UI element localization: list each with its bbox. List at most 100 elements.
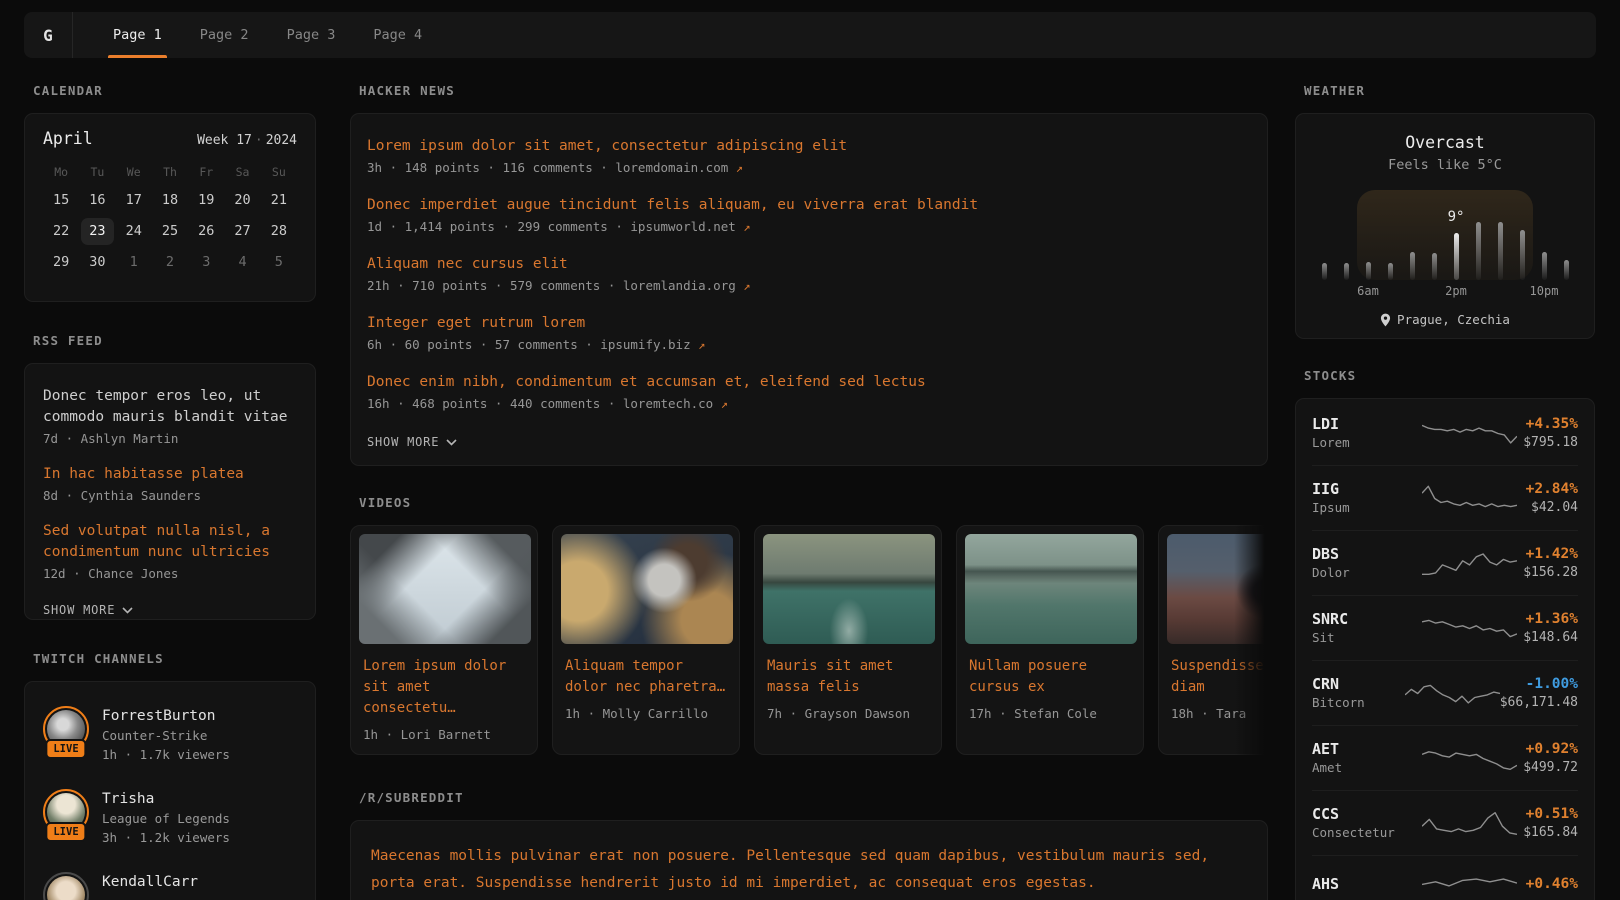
video-card[interactable]: Mauris sit amet massa felis 7h · Grayson… [754,525,942,755]
page-tab[interactable]: Page 3 [268,12,355,58]
stock-numbers: +2.84% $42.04 [1517,479,1578,517]
twitch-channel-name: Trisha [102,789,230,809]
video-title[interactable]: Aliquam tempor dolor nec pharetra… [565,656,727,698]
weather-bar [1564,260,1569,280]
stock-sparkline [1422,548,1517,578]
weather-axis: 6am2pm10pm [1313,284,1577,300]
hackernews-widget: HACKER NEWS Lorem ipsum dolor sit amet, … [350,84,1268,466]
stock-row[interactable]: DBS Dolor +1.42% $156.28 [1312,531,1578,596]
calendar-day[interactable]: 2 [158,249,182,276]
hn-item-domain[interactable]: loremtech.co ↗ [623,396,728,411]
stock-row[interactable]: IIG Ipsum +2.84% $42.04 [1312,466,1578,531]
hn-item-title[interactable]: Integer eget rutrum lorem [367,313,1251,334]
rss-item: Sed volutpat nulla nisl, a condimentum n… [43,521,297,584]
stock-sparkline [1422,743,1517,773]
stock-name: Amet [1312,759,1422,777]
hn-item-meta: 6h · 60 points · 57 comments · ipsumify.… [367,334,1251,356]
twitch-channel-row[interactable]: LIVE Trisha League of Legends 3h · 1.2k … [43,789,297,847]
calendar-day[interactable]: 5 [267,249,291,276]
hn-item-domain[interactable]: loremdomain.com ↗ [615,160,743,175]
chevron-down-icon [446,439,457,446]
stock-row[interactable]: AET Amet +0.92% $499.72 [1312,726,1578,791]
hn-item-title[interactable]: Donec enim nibh, condimentum et accumsan… [367,372,1251,393]
calendar-day[interactable]: 29 [45,249,77,276]
video-card[interactable]: Lorem ipsum dolor sit amet consectetu… 1… [350,525,538,755]
video-card[interactable]: Aliquam tempor dolor nec pharetra… 1h · … [552,525,740,755]
stock-change-percent: +1.36% [1517,609,1578,629]
stock-price: $795.18 [1517,434,1578,452]
stock-identity: IIG Ipsum [1312,479,1422,517]
video-card[interactable]: Suspendisse diam 18h · Tara [1158,525,1268,755]
page-tab[interactable]: Page 2 [181,12,268,58]
video-title[interactable]: Mauris sit amet massa felis [767,656,929,698]
video-thumbnail [763,534,935,644]
calendar-day[interactable]: 21 [263,187,295,214]
calendar-day[interactable]: 20 [226,187,258,214]
calendar-day[interactable]: 30 [81,249,113,276]
calendar-day[interactable]: 16 [81,187,113,214]
calendar-day[interactable]: 24 [118,218,150,245]
subreddit-item-title[interactable]: Maecenas mollis pulvinar erat non posuer… [371,843,1247,897]
hn-item-domain[interactable]: loremlandia.org ↗ [623,278,751,293]
rss-item-title[interactable]: In hac habitasse platea [43,464,297,485]
hn-item: Donec imperdiet augue tincidunt felis al… [367,195,1251,238]
page-tab-label: Page 4 [373,27,422,43]
stock-price: $156.28 [1517,564,1578,582]
hn-item-title[interactable]: Lorem ipsum dolor sit amet, consectetur … [367,136,1251,157]
rss-show-more-button[interactable]: SHOW MORE [43,599,297,627]
rss-item-meta: 12d · Chance Jones [43,563,297,584]
hn-item-domain[interactable]: ipsumify.biz ↗ [600,337,705,352]
stock-numbers: +1.42% $156.28 [1517,544,1578,582]
page-tab[interactable]: Page 1 [94,12,181,58]
separator-dot: · [252,133,266,148]
weather-hourly-chart: 9° [1313,190,1577,280]
stock-row[interactable]: CCS Consectetur +0.51% $165.84 [1312,791,1578,856]
calendar-day[interactable]: 17 [118,187,150,214]
stock-row[interactable]: CRN Bitcorn -1.00% $66,171.48 [1312,661,1578,726]
calendar-day[interactable]: 3 [194,249,218,276]
weather-location-row[interactable]: Prague, Czechia [1296,312,1594,327]
hn-item-title[interactable]: Donec imperdiet augue tincidunt felis al… [367,195,1251,216]
video-title[interactable]: Lorem ipsum dolor sit amet consectetu… [363,656,525,719]
stock-row[interactable]: LDI Lorem +4.35% $795.18 [1312,401,1578,466]
calendar-day[interactable]: 25 [154,218,186,245]
rss-item-title[interactable]: Sed volutpat nulla nisl, a condimentum n… [43,521,297,563]
calendar-day[interactable]: 4 [230,249,254,276]
video-card[interactable]: Nullam posuere cursus ex 17h · Stefan Co… [956,525,1144,755]
calendar-day[interactable]: 19 [190,187,222,214]
calendar-day[interactable]: 15 [45,187,77,214]
stock-numbers: +0.92% $499.72 [1517,739,1578,777]
weather-bar [1432,253,1437,280]
stock-row[interactable]: SNRC Sit +1.36% $148.64 [1312,596,1578,661]
video-title[interactable]: Suspendisse diam [1171,656,1268,698]
weather-bar [1388,263,1393,280]
weather-bar [1498,222,1503,280]
videos-widget: VIDEOS Lorem ipsum dolor sit amet consec… [350,496,1268,755]
weather-card: Overcast Feels like 5°C 9° 6am2pm10pm Pr… [1295,113,1595,339]
calendar-day[interactable]: 26 [190,218,222,245]
stock-row[interactable]: AHS +0.46% [1312,856,1578,900]
rss-item-title[interactable]: Donec tempor eros leo, ut commodo mauris… [43,386,297,428]
hn-item-meta: 16h · 468 points · 440 comments · loremt… [367,393,1251,415]
hn-item-title[interactable]: Aliquam nec cursus elit [367,254,1251,275]
left-column: CALENDAR April Week 17·2024 Mo Tu We Th … [24,84,316,900]
hackernews-show-more-button[interactable]: SHOW MORE [367,431,1251,459]
app-logo-box[interactable]: G [24,12,73,58]
calendar-day[interactable]: 28 [263,218,295,245]
calendar-day[interactable]: 22 [45,218,77,245]
weather-section-title: WEATHER [1304,84,1595,98]
calendar-day[interactable]: 18 [154,187,186,214]
video-title[interactable]: Nullam posuere cursus ex [969,656,1131,698]
weather-bar [1454,233,1459,280]
twitch-channel-row[interactable]: LIVE KendallCarr [43,872,297,900]
calendar-day[interactable]: 1 [122,249,146,276]
calendar-day[interactable]: 23 [81,218,113,245]
calendar-section-title: CALENDAR [33,84,316,98]
app-logo: G [43,26,53,45]
hn-item-domain[interactable]: ipsumworld.net ↗ [630,219,750,234]
calendar-week-year: Week 17·2024 [197,133,297,148]
page-tab[interactable]: Page 4 [354,12,441,58]
calendar-day[interactable]: 27 [226,218,258,245]
twitch-channel-row[interactable]: LIVE ForrestBurton Counter-Strike 1h · 1… [43,706,297,764]
twitch-channel-game: League of Legends [102,809,230,828]
